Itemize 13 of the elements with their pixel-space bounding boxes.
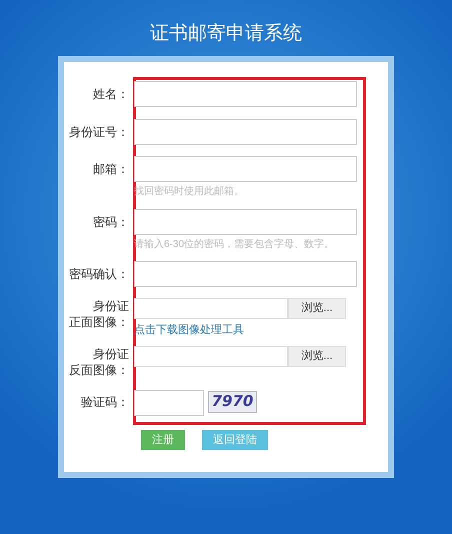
page-title: 证书邮寄申请系统 xyxy=(150,22,302,46)
field-label: 身份证 反面图像： xyxy=(68,346,130,378)
browse-button[interactable]: 浏览... xyxy=(288,346,346,366)
field-label: 邮箱： xyxy=(92,161,130,177)
register-button[interactable]: 注册 xyxy=(141,430,185,450)
field-label: 姓名： xyxy=(92,86,130,102)
field-label: 密码： xyxy=(92,214,130,230)
field-label: 密码确认： xyxy=(68,266,130,282)
captcha-image: 7970 xyxy=(208,390,257,412)
field-label: 验证码： xyxy=(80,394,130,410)
browse-button[interactable]: 浏览... xyxy=(288,298,346,319)
field-label: 身份证 正面图像： xyxy=(68,298,130,330)
field-label: 身份证号： xyxy=(68,124,130,140)
